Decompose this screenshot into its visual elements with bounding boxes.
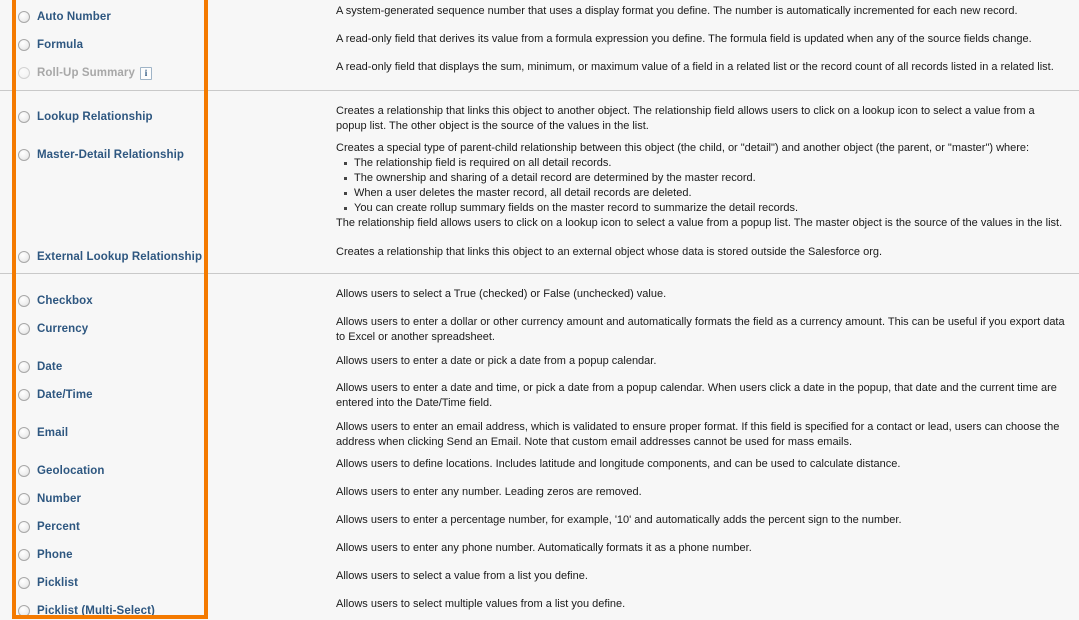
radio-option-external-lookup-relationship[interactable]: External Lookup Relationship (18, 249, 202, 265)
radio-option-label: Date/Time (37, 388, 93, 401)
radio-option-lookup-relationship[interactable]: Lookup Relationship (18, 109, 153, 125)
description-master-detail-relationship: Creates a special type of parent-child r… (336, 141, 1066, 230)
description-bullet-item: You can create rollup summary fields on … (344, 201, 1066, 216)
radio-button-icon[interactable] (18, 493, 30, 505)
radio-option-label: Auto Number (37, 10, 111, 23)
radio-option-label: Date (37, 360, 63, 373)
radio-button-icon[interactable] (18, 549, 30, 561)
description-paragraph: A system-generated sequence number that … (336, 5, 1018, 17)
radio-button-icon[interactable] (18, 149, 30, 161)
radio-option-number[interactable]: Number (18, 491, 81, 507)
description-bullet-list: The relationship field is required on al… (336, 156, 1066, 216)
radio-button-icon[interactable] (18, 251, 30, 263)
radio-option-percent[interactable]: Percent (18, 519, 80, 535)
field-type-selection-page: Auto Number Formula Roll-Up Summary i Lookup… (0, 0, 1079, 620)
radio-option-label: Percent (37, 520, 80, 533)
radio-option-roll-up-summary: Roll-Up Summary i (18, 65, 152, 81)
radio-option-geolocation[interactable]: Geolocation (18, 463, 105, 479)
radio-option-email[interactable]: Email (18, 425, 68, 441)
description-lookup-relationship: Creates a relationship that links this o… (336, 104, 1066, 133)
radio-option-label: Formula (37, 38, 84, 51)
description-geolocation: Allows users to define locations. Includ… (336, 457, 1066, 472)
description-paragraph: Allows users to select a True (checked) … (336, 288, 667, 300)
description-email: Allows users to enter an email address, … (336, 420, 1066, 449)
radio-button-icon[interactable] (18, 389, 30, 401)
radio-option-label: Lookup Relationship (37, 110, 153, 123)
radio-option-label: Phone (37, 548, 73, 561)
radio-option-label: Master-Detail Relationship (37, 148, 185, 161)
radio-button-icon[interactable] (18, 11, 30, 23)
field-type-table: Auto Number Formula Roll-Up Summary i Lookup… (0, 0, 1079, 620)
description-paragraph: Allows users to enter any number. Leadin… (336, 486, 642, 498)
description-date: Allows users to enter a date or pick a d… (336, 354, 1066, 369)
radio-option-label: Email (37, 426, 69, 439)
description-percent: Allows users to enter a percentage numbe… (336, 513, 1066, 528)
description-paragraph: Allows users to enter any phone number. … (336, 542, 752, 554)
radio-option-label: Picklist (Multi-Select) (37, 604, 155, 617)
radio-button-icon[interactable] (18, 521, 30, 533)
description-roll-up-summary: A read-only field that displays the sum,… (336, 60, 1066, 75)
description-paragraph: Allows users to enter an email address, … (336, 421, 1060, 448)
description-paragraph: A read-only field that displays the sum,… (336, 61, 1054, 73)
radio-option-formula[interactable]: Formula (18, 37, 83, 53)
radio-option-date[interactable]: Date (18, 359, 62, 375)
description-paragraph: Creates a special type of parent-child r… (336, 142, 1030, 154)
radio-option-picklist[interactable]: Picklist (18, 575, 78, 591)
description-picklist: Allows users to select a value from a li… (336, 569, 1066, 584)
radio-button-icon[interactable] (18, 605, 30, 617)
radio-option-currency[interactable]: Currency (18, 321, 88, 337)
radio-button-icon[interactable] (18, 361, 30, 373)
description-paragraph: Allows users to enter a percentage numbe… (336, 514, 902, 526)
radio-option-label: Picklist (37, 576, 79, 589)
description-bullet-item: When a user deletes the master record, a… (344, 186, 1066, 201)
description-phone: Allows users to enter any phone number. … (336, 541, 1066, 556)
radio-button-icon[interactable] (18, 111, 30, 123)
description-external-lookup-relationship: Creates a relationship that links this o… (336, 245, 1066, 260)
field-type-radio-column: Auto Number Formula Roll-Up Summary i Lookup… (0, 0, 330, 620)
radio-button-icon[interactable] (18, 323, 30, 335)
description-paragraph: Allows users to enter a date and time, o… (336, 382, 1057, 409)
description-paragraph: Allows users to select multiple values f… (336, 598, 626, 610)
description-paragraph: Allows users to define locations. Includ… (336, 458, 901, 470)
description-paragraph: Allows users to enter a date or pick a d… (336, 355, 657, 367)
description-paragraph: Creates a relationship that links this o… (336, 105, 1035, 132)
description-currency: Allows users to enter a dollar or other … (336, 315, 1066, 344)
radio-button-icon[interactable] (18, 295, 30, 307)
description-bullet-item: The relationship field is required on al… (344, 156, 1066, 171)
radio-option-label: Geolocation (37, 464, 105, 477)
radio-option-checkbox[interactable]: Checkbox (18, 293, 93, 309)
description-picklist-multi-select: Allows users to select multiple values f… (336, 597, 1066, 612)
radio-button-icon[interactable] (18, 465, 30, 477)
description-paragraph: Allows users to enter a dollar or other … (336, 316, 1065, 343)
description-formula: A read-only field that derives its value… (336, 32, 1066, 47)
radio-option-auto-number[interactable]: Auto Number (18, 9, 111, 25)
radio-button-icon (18, 67, 30, 79)
info-icon[interactable]: i (140, 66, 152, 80)
radio-option-picklist-multi-select[interactable]: Picklist (Multi-Select) (18, 603, 155, 619)
description-auto-number: A system-generated sequence number that … (336, 4, 1066, 19)
description-paragraph: The relationship field allows users to c… (336, 216, 1063, 229)
radio-button-icon[interactable] (18, 427, 30, 439)
description-paragraph: A read-only field that derives its value… (336, 33, 1032, 45)
radio-option-master-detail-relationship[interactable]: Master-Detail Relationship (18, 147, 184, 163)
description-checkbox: Allows users to select a True (checked) … (336, 287, 1066, 302)
description-paragraph: Creates a relationship that links this o… (336, 246, 883, 258)
radio-option-label: Currency (37, 322, 89, 335)
description-date-time: Allows users to enter a date and time, o… (336, 381, 1066, 410)
radio-option-label: Checkbox (37, 294, 93, 307)
radio-option-label: External Lookup Relationship (37, 250, 203, 263)
radio-button-icon[interactable] (18, 39, 30, 51)
field-type-description-column: A system-generated sequence number that … (336, 0, 1074, 620)
radio-option-date-time[interactable]: Date/Time (18, 387, 93, 403)
radio-option-phone[interactable]: Phone (18, 547, 73, 563)
radio-option-label: Roll-Up Summary (37, 66, 135, 79)
radio-option-label: Number (37, 492, 82, 505)
radio-button-icon[interactable] (18, 577, 30, 589)
description-bullet-item: The ownership and sharing of a detail re… (344, 171, 1066, 186)
description-paragraph: Allows users to select a value from a li… (336, 570, 588, 582)
description-number: Allows users to enter any number. Leadin… (336, 485, 1066, 500)
